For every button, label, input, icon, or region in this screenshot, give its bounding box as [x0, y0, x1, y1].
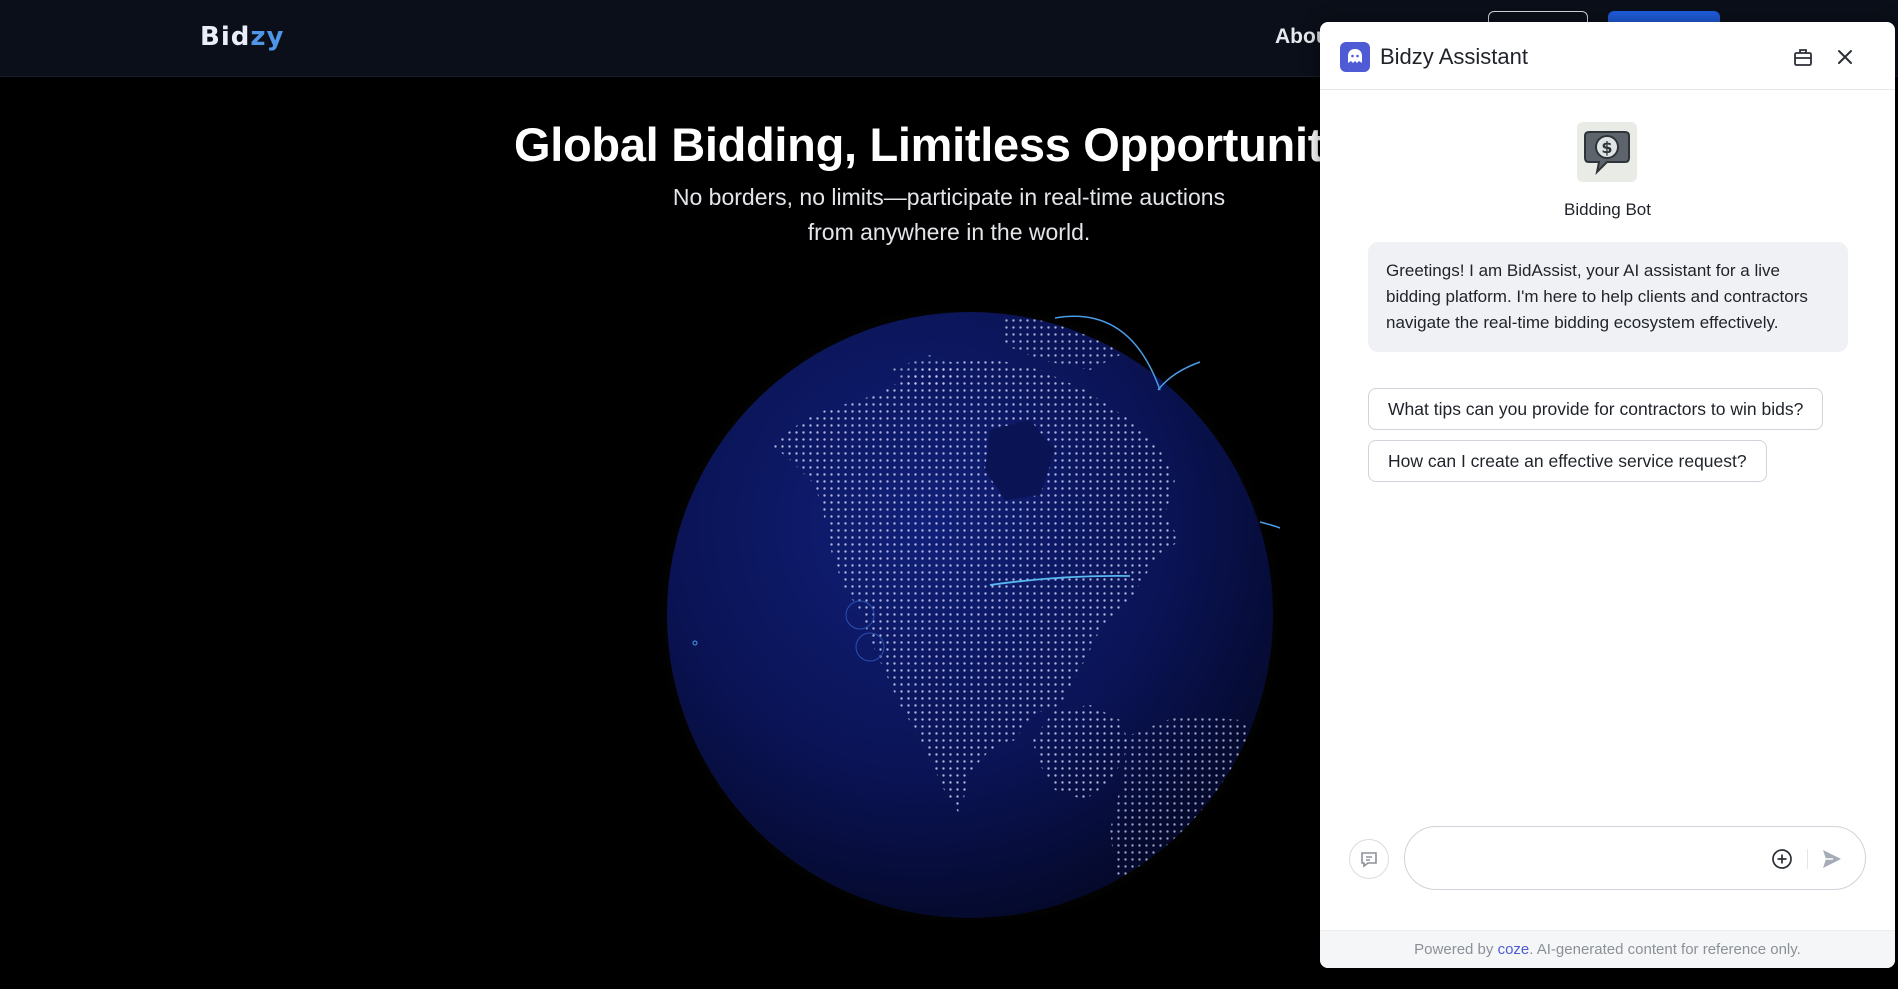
composer-divider: [1807, 849, 1808, 869]
close-icon[interactable]: [1832, 44, 1858, 70]
footer-prefix: Powered by: [1414, 941, 1498, 958]
chat-footer: Powered by coze. AI-generated content fo…: [1320, 930, 1895, 968]
bot-name: Bidding Bot: [1564, 200, 1651, 219]
bot-avatar: $: [1577, 122, 1637, 182]
logo-accent-text: zy: [250, 22, 285, 52]
chat-header: Bidzy Assistant: [1320, 22, 1895, 90]
greeting-message: Greetings! I am BidAssist, your AI assis…: [1368, 242, 1848, 352]
bot-logo-icon: [1340, 42, 1370, 72]
logo-main-text: Bid: [200, 22, 251, 52]
plus-circle-icon[interactable]: [1768, 845, 1796, 873]
new-topic-icon[interactable]: [1349, 839, 1389, 879]
globe-svg: [660, 310, 1280, 920]
hero-subtitle: No borders, no limits—participate in rea…: [672, 184, 1226, 245]
footer-brand-link[interactable]: coze: [1498, 941, 1530, 958]
globe-visual: [660, 310, 1280, 920]
chat-title: Bidzy Assistant: [1380, 44, 1528, 69]
chat-panel: Bidzy Assistant $ Bidding Bot Greetings!…: [1320, 22, 1895, 968]
svg-text:$: $: [1601, 138, 1612, 157]
hero-title: Global Bidding, Limitless Opportunities: [514, 118, 1388, 171]
message-input[interactable]: [1427, 839, 1757, 879]
site-logo[interactable]: Bidzy: [200, 22, 284, 52]
send-icon[interactable]: [1817, 844, 1847, 874]
briefcase-icon[interactable]: [1790, 44, 1816, 70]
message-composer: [1404, 826, 1866, 890]
suggestion-chip-tips[interactable]: What tips can you provide for contractor…: [1368, 388, 1824, 430]
suggestion-chip-service-request[interactable]: How can I create an effective service re…: [1368, 440, 1767, 482]
footer-suffix: . AI-generated content for reference onl…: [1529, 941, 1801, 958]
